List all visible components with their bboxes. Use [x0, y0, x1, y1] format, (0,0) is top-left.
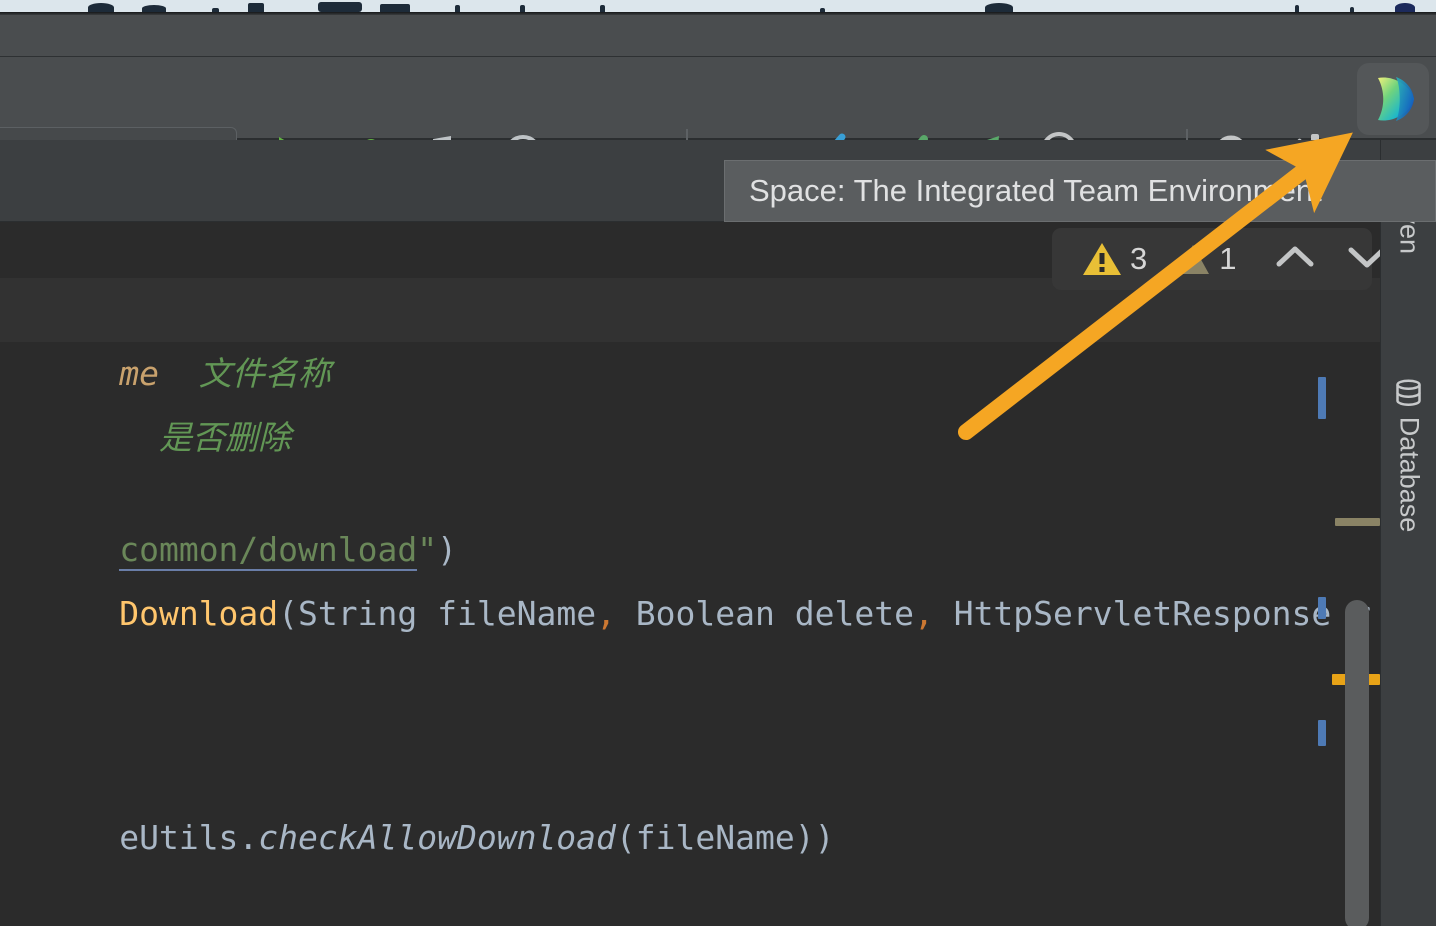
code-line-method-signature[interactable]: Download(String fileName, Boolean delete…: [0, 518, 1371, 710]
warning-inspection-item[interactable]: 3: [1082, 241, 1147, 277]
changed-line-marker[interactable]: [1318, 720, 1326, 746]
warning-triangle-icon: [1083, 243, 1121, 275]
code-token-comma: ,: [913, 594, 934, 633]
weak-warning-count: 1: [1219, 241, 1237, 276]
editor-vertical-scrollbar-thumb[interactable]: [1345, 600, 1369, 926]
code-token-method-name: Download: [119, 594, 279, 633]
code-token-param-2: Boolean delete: [615, 594, 914, 633]
space-logo-icon: [1378, 77, 1414, 121]
code-token-comment-cn: 是否删除: [158, 418, 291, 457]
tool-window-database[interactable]: Database: [1393, 379, 1424, 533]
space-tooltip: Space: The Integrated Team Environment: [724, 160, 1436, 222]
code-token-paren: (: [278, 594, 299, 633]
code-line-throw-exception[interactable]: w new Exception(StringUtils.format(templ…: [0, 862, 1377, 926]
weak-warning-triangle-icon: [1177, 245, 1210, 274]
tool-window-database-label: Database: [1394, 416, 1424, 533]
right-tool-window-bar: Maven Database: [1380, 140, 1436, 926]
toolbar-upper-strip: [0, 15, 1436, 57]
inspection-widget: 3 1: [1052, 228, 1385, 290]
chevron-up-icon: [1276, 246, 1313, 266]
code-token-receiver: eUtils.: [119, 818, 259, 857]
changed-line-marker[interactable]: [1318, 597, 1326, 619]
code-token-param-3: HttpServletResponse r: [933, 594, 1371, 633]
warning-count: 3: [1130, 241, 1148, 276]
code-editor[interactable]: me 文件名称 是否删除 common/download") Download(…: [0, 222, 1380, 926]
main-toolbar: Application: [0, 57, 1436, 185]
macos-menubar-sliver: [0, 0, 1436, 12]
weak-warning-inspection-item[interactable]: 1: [1175, 241, 1237, 277]
code-token-args: (fileName)): [615, 818, 835, 857]
space-tooltip-text: Space: The Integrated Team Environment: [749, 173, 1322, 208]
code-token-static-method: checkAllowDownload: [258, 818, 616, 857]
changed-line-marker[interactable]: [1318, 377, 1326, 419]
code-token-comma: ,: [596, 594, 616, 633]
database-icon: [1396, 379, 1421, 406]
code-token-param-1: String fileName: [298, 594, 597, 633]
ide-window: Application: [0, 0, 1436, 926]
previous-highlight-button[interactable]: [1273, 242, 1317, 277]
space-button[interactable]: [1357, 63, 1429, 135]
warning-marker[interactable]: [1335, 518, 1380, 526]
